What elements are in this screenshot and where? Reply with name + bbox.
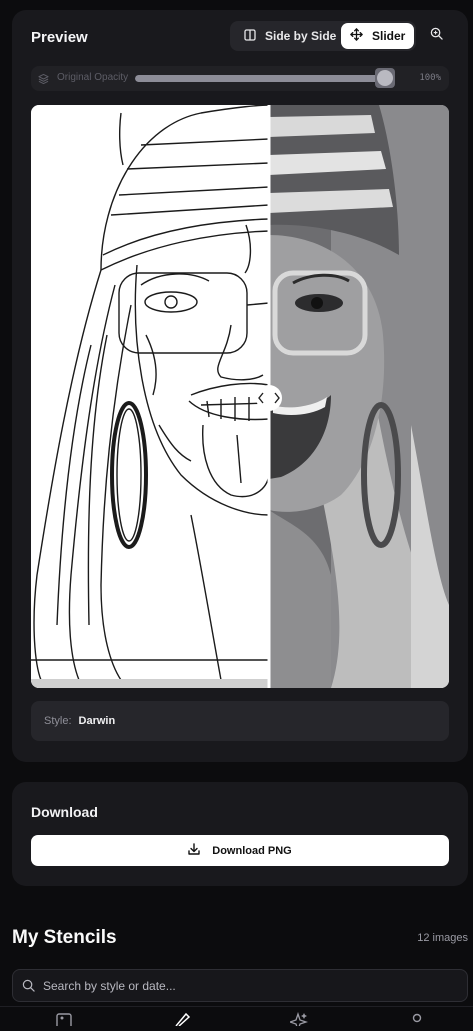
slider-label: Slider — [372, 29, 406, 43]
profile-icon[interactable] — [408, 1012, 426, 1031]
download-card: Download Download PNG — [12, 782, 468, 886]
comparison-image[interactable] — [31, 105, 449, 688]
opacity-value: 100% — [419, 73, 441, 83]
download-button-label: Download PNG — [212, 844, 292, 857]
move-icon — [350, 28, 363, 44]
stencil-drawing — [31, 105, 270, 688]
slider-button[interactable]: Slider — [341, 23, 414, 49]
zoom-in-button[interactable] — [426, 26, 446, 46]
style-info: Style: Darwin — [31, 701, 449, 741]
preview-title: Preview — [31, 29, 88, 46]
search-icon — [22, 979, 35, 997]
opacity-slider-thumb[interactable] — [375, 68, 395, 88]
search-input[interactable] — [43, 970, 453, 1001]
download-icon — [188, 843, 200, 858]
columns-icon — [244, 28, 256, 44]
my-stencils-title: My Stencils — [12, 927, 117, 948]
bottom-tab-bar — [0, 1006, 473, 1031]
search-box — [12, 969, 468, 1002]
opacity-control: Original Opacity 100% — [31, 66, 449, 91]
style-value: Darwin — [78, 715, 116, 727]
download-png-button[interactable]: Download PNG — [31, 835, 449, 866]
compare-handle[interactable] — [256, 385, 282, 411]
preview-card: Preview Side by Side Slider Original Opa… — [12, 10, 468, 762]
opacity-label: Original Opacity — [57, 72, 129, 83]
zoom-in-icon — [430, 27, 443, 45]
side-by-side-label: Side by Side — [265, 29, 337, 43]
view-mode-toggle: Side by Side Slider — [230, 21, 416, 51]
opacity-slider-fill — [135, 75, 393, 82]
download-title: Download — [31, 804, 98, 820]
style-key: Style: — [44, 715, 72, 727]
opacity-slider-track[interactable] — [135, 75, 393, 82]
side-by-side-button[interactable]: Side by Side — [232, 23, 340, 49]
sparkles-icon[interactable] — [287, 1011, 309, 1031]
gallery-icon[interactable] — [55, 1012, 73, 1031]
pencil-icon[interactable] — [173, 1012, 191, 1031]
layers-icon — [38, 72, 49, 90]
stencils-count: 12 images — [417, 932, 468, 944]
